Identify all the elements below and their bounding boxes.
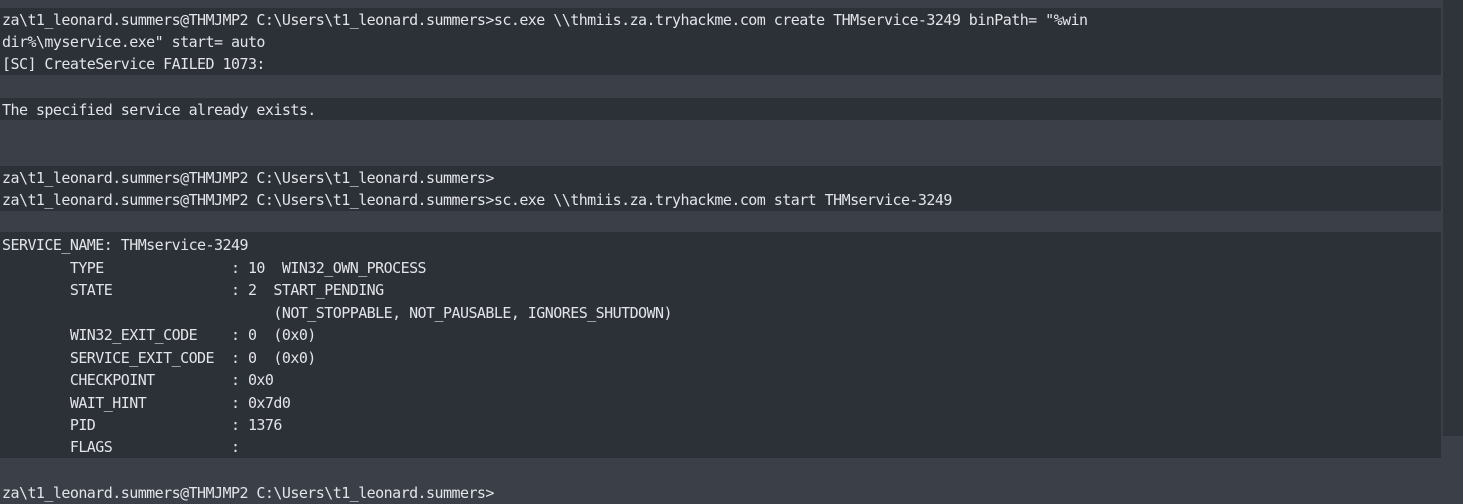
terminal-line: dir%\myservice.exe" start= auto bbox=[2, 33, 265, 51]
terminal-line: SERVICE_EXIT_CODE : 0 (0x0) bbox=[2, 349, 317, 367]
terminal-line: WAIT_HINT : 0x7d0 bbox=[2, 394, 291, 412]
terminal-line: [SC] CreateService FAILED 1073: bbox=[2, 55, 265, 73]
terminal-window[interactable]: za\t1_leonard.summers@THMJMP2 C:\Users\t… bbox=[0, 0, 1463, 502]
terminal-line: za\t1_leonard.summers@THMJMP2 C:\Users\t… bbox=[2, 169, 494, 187]
terminal-line: The specified service already exists. bbox=[2, 101, 316, 119]
terminal-line: za\t1_leonard.summers@THMJMP2 C:\Users\t… bbox=[2, 11, 1088, 29]
terminal-line: CHECKPOINT : 0x0 bbox=[2, 371, 274, 389]
terminal-line: FLAGS : bbox=[2, 438, 240, 456]
terminal-line: TYPE : 10 WIN32_OWN_PROCESS bbox=[2, 259, 427, 277]
terminal-line: (NOT_STOPPABLE, NOT_PAUSABLE, IGNORES_SH… bbox=[2, 304, 672, 322]
terminal-line: WIN32_EXIT_CODE : 0 (0x0) bbox=[2, 326, 317, 344]
terminal-line: SERVICE_NAME: THMservice-3249 bbox=[2, 236, 249, 254]
terminal-line: PID : 1376 bbox=[2, 416, 283, 434]
terminal-line: za\t1_leonard.summers@THMJMP2 C:\Users\t… bbox=[2, 191, 952, 209]
terminal-line: STATE : 2 START_PENDING bbox=[2, 281, 384, 299]
scrollbar-thumb[interactable] bbox=[1443, 0, 1463, 436]
